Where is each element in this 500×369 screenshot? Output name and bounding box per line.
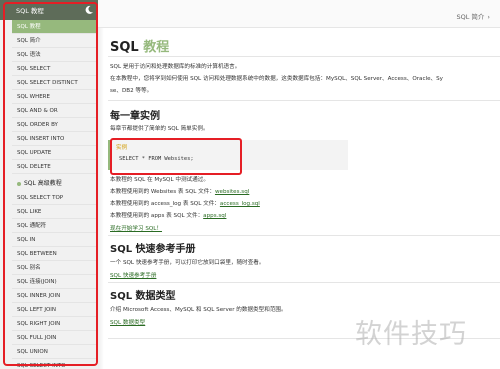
breadcrumb-label: SQL 简介 bbox=[456, 13, 485, 21]
sidebar-item[interactable]: SQL INSERT INTO bbox=[12, 132, 98, 146]
sidebar-item[interactable]: SQL 教程 bbox=[12, 20, 98, 34]
sidebar-item[interactable]: SQL AND & OR bbox=[12, 104, 98, 118]
sidebar-item[interactable]: SQL INNER JOIN bbox=[12, 289, 98, 303]
sidebar-item[interactable]: SQL 通配符 bbox=[12, 219, 98, 233]
sidebar-item[interactable]: SQL ORDER BY bbox=[12, 118, 98, 132]
start-learning-link[interactable]: 现在开始学习 SQL！ bbox=[110, 226, 162, 232]
section-desc-datatypes: 介绍 Microsoft Access、MySQL 和 SQL Server 的… bbox=[110, 307, 287, 313]
sidebar-item[interactable]: SQL IN bbox=[12, 233, 98, 247]
sidebar-list: SQL 教程 SQL 简介 SQL 语法 SQL SELECT SQL SELECT D… bbox=[12, 20, 98, 369]
note-apps: 本教程使用到的 apps 表 SQL 文件：apps.sql bbox=[110, 211, 226, 219]
note-access-log-text: 本教程使用到的 access_log 表 SQL 文件： bbox=[110, 201, 220, 207]
intro-text: SQL 是用于访问和处理数据库的标准的计算机语言。 bbox=[110, 64, 241, 70]
datatypes-link[interactable]: SQL 数据类型 bbox=[110, 320, 145, 326]
page-title-suffix: 教程 bbox=[138, 40, 170, 55]
top-bar: SQL 简介 › bbox=[98, 0, 500, 28]
watermark: 软件技巧 bbox=[355, 319, 467, 350]
example-label: 实例 bbox=[116, 145, 128, 151]
intro-text-3: se、DB2 等等。 bbox=[110, 88, 153, 94]
sidebar-item[interactable]: SQL 连接(JOIN) bbox=[12, 275, 98, 289]
chevron-right-icon: › bbox=[487, 13, 490, 21]
section-desc-examples: 每章节都提供了简单的 SQL 简单实例。 bbox=[110, 126, 209, 132]
sidebar-section-title: SQL 高级教程 bbox=[12, 177, 98, 191]
divider bbox=[108, 282, 500, 283]
intro-text-2: 在本教程中，您将学到如何使用 SQL 访问和处理数据系统中的数据，这类数据库包括… bbox=[110, 76, 443, 82]
divider bbox=[108, 56, 500, 57]
example-box: 实例 SELECT * FROM Websites; bbox=[108, 140, 348, 170]
sidebar-item[interactable]: SQL 语法 bbox=[12, 48, 98, 62]
page-title: SQL 教程 bbox=[110, 36, 169, 55]
datatypes-link-row: SQL 数据类型 bbox=[110, 318, 145, 326]
divider bbox=[108, 100, 500, 101]
sidebar-item[interactable]: SQL BETWEEN bbox=[12, 247, 98, 261]
note-websites-text: 本教程使用到的 Websites 表 SQL 文件： bbox=[110, 189, 215, 195]
note-websites: 本教程使用到的 Websites 表 SQL 文件：websites.sql bbox=[110, 187, 249, 195]
quickref-link-row: SQL 快速参考手册 bbox=[110, 271, 156, 279]
sidebar-section-label: SQL 高级教程 bbox=[24, 180, 62, 187]
sidebar-item[interactable]: SQL LIKE bbox=[12, 205, 98, 219]
sidebar-item[interactable]: SQL UPDATE bbox=[12, 146, 98, 160]
example-code: SELECT * FROM Websites; bbox=[119, 156, 194, 162]
note-apps-text: 本教程使用到的 apps 表 SQL 文件： bbox=[110, 213, 204, 219]
breadcrumb[interactable]: SQL 简介 › bbox=[456, 11, 490, 21]
sidebar-item[interactable]: SQL SELECT TOP bbox=[12, 191, 98, 205]
sidebar-item[interactable]: SQL 简介 bbox=[12, 34, 98, 48]
sidebar-header: SQL 教程 bbox=[0, 0, 98, 20]
bullet-icon bbox=[17, 181, 21, 186]
sidebar-item[interactable]: SQL DELETE bbox=[12, 160, 98, 174]
access-log-sql-link[interactable]: access_log.sql bbox=[220, 201, 260, 207]
sidebar-item[interactable]: SQL SELECT INTO bbox=[12, 359, 98, 369]
divider bbox=[98, 28, 104, 369]
apps-sql-link[interactable]: apps.sql bbox=[203, 213, 226, 219]
moon-icon[interactable] bbox=[84, 5, 94, 15]
sidebar-item[interactable]: SQL 别名 bbox=[12, 261, 98, 275]
sidebar-item[interactable]: SQL UNION bbox=[12, 345, 98, 359]
sidebar-item[interactable]: SQL LEFT JOIN bbox=[12, 303, 98, 317]
websites-sql-link[interactable]: websites.sql bbox=[215, 189, 249, 195]
section-title-datatypes: SQL 数据类型 bbox=[110, 291, 176, 302]
section-title-quickref: SQL 快速参考手册 bbox=[110, 244, 196, 255]
divider bbox=[108, 235, 500, 236]
note-access-log: 本教程使用到的 access_log 表 SQL 文件：access_log.s… bbox=[110, 199, 260, 207]
sidebar-item[interactable]: SQL FULL JOIN bbox=[12, 331, 98, 345]
sidebar: SQL 教程 SQL 教程 SQL 简介 SQL 语法 SQL SELECT SQL S… bbox=[0, 0, 98, 369]
section-desc-quickref: 一个 SQL 快速参考手册，可以打印它放到口袋里，随时查看。 bbox=[110, 260, 265, 266]
sidebar-item[interactable]: SQL WHERE bbox=[12, 90, 98, 104]
sidebar-item[interactable]: SQL SELECT bbox=[12, 62, 98, 76]
note-tested: 本教程的 SQL 在 MySQL 中测试通过。 bbox=[110, 177, 209, 183]
sidebar-title: SQL 教程 bbox=[16, 7, 44, 15]
section-title-examples: 每一章实例 bbox=[110, 111, 160, 122]
sidebar-item[interactable]: SQL RIGHT JOIN bbox=[12, 317, 98, 331]
page-title-prefix: SQL bbox=[110, 40, 139, 55]
start-learning-link-row: 现在开始学习 SQL！ bbox=[110, 224, 162, 232]
sidebar-item[interactable]: SQL SELECT DISTINCT bbox=[12, 76, 98, 90]
quickref-link[interactable]: SQL 快速参考手册 bbox=[110, 273, 156, 279]
